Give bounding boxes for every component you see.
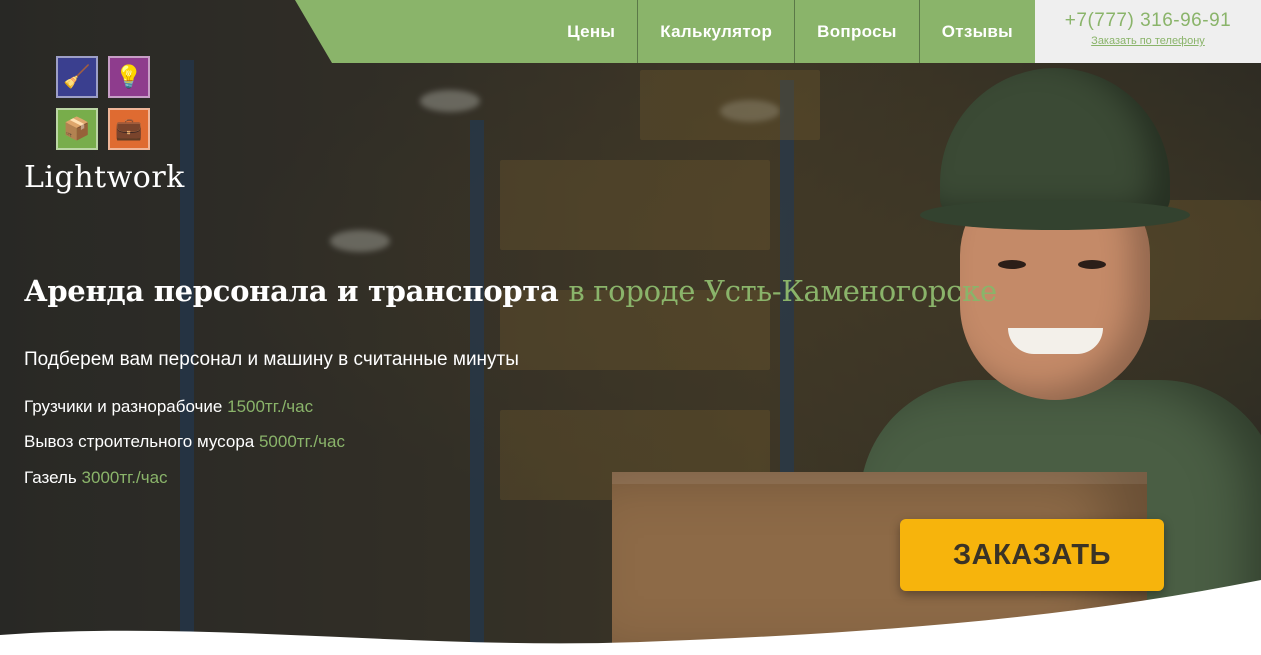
nav-item-faq[interactable]: Вопросы <box>794 0 919 63</box>
logo[interactable]: 🧹 💡 📦 💼 Lightwork <box>24 56 194 201</box>
worker-eye <box>1078 260 1106 269</box>
main-nav: Цены Калькулятор Вопросы Отзывы <box>295 0 1035 63</box>
headline-city: в городе Усть-Каменогорске <box>568 274 997 308</box>
mover-icon: 📦 <box>56 108 98 150</box>
hero-subtitle: Подберем вам персонал и машину в считанн… <box>24 349 519 370</box>
price-label: Грузчики и разнорабочие <box>24 397 223 416</box>
price-value: 3000тг./час <box>81 468 168 487</box>
price-label: Газель <box>24 468 77 487</box>
cleaner-icon: 🧹 <box>56 56 98 98</box>
price-label: Вывоз строительного мусора <box>24 432 255 451</box>
callback-link[interactable]: Заказать по телефону <box>1035 35 1261 47</box>
logo-text: Lightwork <box>24 160 185 195</box>
price-value: 5000тг./час <box>258 432 345 451</box>
price-row: Вывоз строительного мусора 5000тг./час <box>24 432 345 452</box>
price-row: Газель 3000тг./час <box>24 468 168 488</box>
bottom-wave <box>0 580 1261 655</box>
hard-hat <box>940 68 1170 218</box>
hard-hat-brim <box>920 200 1190 230</box>
lightbulb-icon: 💡 <box>108 56 150 98</box>
office-worker-icon: 💼 <box>108 108 150 150</box>
nav-item-calculator[interactable]: Калькулятор <box>637 0 794 63</box>
worker-smile <box>1008 328 1103 354</box>
price-row: Грузчики и разнорабочие 1500тг./час <box>24 397 313 417</box>
headline-main: Аренда персонала и транспорта <box>24 274 559 308</box>
phone-number[interactable]: +7(777) 316-96-91 <box>1035 10 1261 32</box>
contact-box: +7(777) 316-96-91 Заказать по телефону <box>1035 0 1261 63</box>
price-value: 1500тг./час <box>227 397 314 416</box>
worker-eye <box>998 260 1026 269</box>
page-title: Аренда персонала и транспорта в городе У… <box>24 274 997 308</box>
nav-item-prices[interactable]: Цены <box>545 0 637 63</box>
nav-item-reviews[interactable]: Отзывы <box>918 0 1035 63</box>
